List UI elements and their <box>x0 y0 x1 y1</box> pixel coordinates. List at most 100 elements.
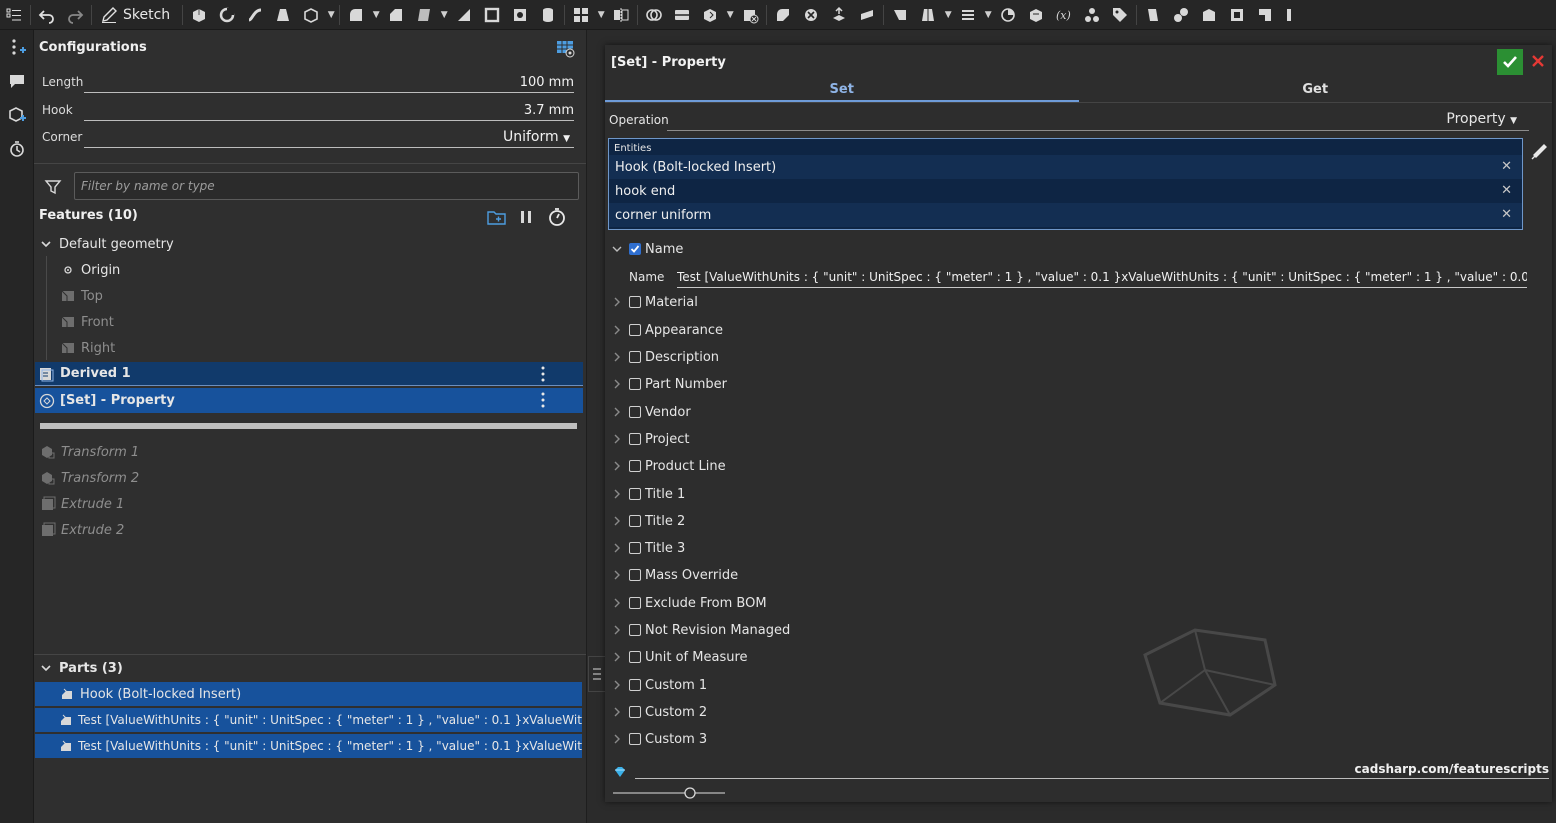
cylinder-icon[interactable] <box>534 1 562 29</box>
pause-icon[interactable] <box>519 209 533 225</box>
config-length-value[interactable]: 100 mm <box>84 75 574 93</box>
chevron-down-icon[interactable]: ▼ <box>595 1 607 29</box>
comment-icon[interactable] <box>0 64 34 98</box>
split-icon[interactable] <box>668 1 696 29</box>
property-row[interactable]: Product Line <box>609 455 726 477</box>
opacity-slider[interactable] <box>613 786 725 800</box>
assembly-icon[interactable] <box>1078 1 1106 29</box>
more-options-icon[interactable] <box>541 392 545 408</box>
property-checkbox[interactable] <box>629 542 641 554</box>
property-checkbox[interactable] <box>629 378 641 390</box>
boolean-icon[interactable] <box>640 1 668 29</box>
remove-entity-icon[interactable]: ✕ <box>1501 207 1512 222</box>
chevron-down-icon[interactable]: ▼ <box>982 1 994 29</box>
mirror-icon[interactable] <box>607 1 635 29</box>
property-checkbox[interactable] <box>629 569 641 581</box>
config-corner-select[interactable]: Uniform ▼ <box>84 129 574 148</box>
property-row[interactable]: Exclude From BOM <box>609 592 767 614</box>
feature-extrude-1[interactable]: Extrude 1 <box>40 492 588 516</box>
config-hook-value[interactable]: 3.7 mm <box>84 103 574 121</box>
chevron-down-icon[interactable]: ▼ <box>325 1 337 29</box>
operation-select[interactable]: Property ▼ <box>667 111 1529 131</box>
property-row[interactable]: Custom 3 <box>609 728 707 750</box>
variable-icon[interactable]: (x) <box>1050 1 1078 29</box>
shell-icon[interactable] <box>478 1 506 29</box>
sketch-button[interactable]: Sketch <box>94 1 180 29</box>
plane-item-top[interactable]: Top <box>60 284 608 308</box>
property-row[interactable]: Not Revision Managed <box>609 619 790 641</box>
parts-group[interactable]: Parts (3) <box>38 656 586 680</box>
history-icon[interactable] <box>0 132 34 166</box>
property-checkbox[interactable] <box>629 324 641 336</box>
property-row[interactable]: Title 1 <box>609 483 685 505</box>
property-checkbox[interactable] <box>629 733 641 745</box>
entity-item[interactable]: Hook (Bolt-locked Insert) ✕ <box>609 155 1522 179</box>
plane-item-front[interactable]: Front <box>60 310 608 334</box>
revolve-icon[interactable] <box>213 1 241 29</box>
plane-item-right[interactable]: Right <box>60 336 608 360</box>
thicken-icon[interactable] <box>297 1 325 29</box>
property-row[interactable]: Description <box>609 346 719 368</box>
cadsharp-link[interactable]: cadsharp.com/featurescripts <box>635 762 1549 779</box>
property-row[interactable]: Title 3 <box>609 537 685 559</box>
property-checkbox[interactable] <box>629 679 641 691</box>
rollback-bar[interactable] <box>40 423 577 429</box>
draft-icon[interactable] <box>410 1 438 29</box>
panel-collapse-handle[interactable] <box>588 656 606 692</box>
chevron-down-icon[interactable]: ▼ <box>724 1 736 29</box>
chamfer-icon[interactable] <box>382 1 410 29</box>
insert-feature-icon[interactable] <box>0 30 34 64</box>
rebuild-timer-icon[interactable] <box>547 207 567 227</box>
property-row[interactable]: Appearance <box>609 319 723 341</box>
folder-add-icon[interactable] <box>487 209 507 225</box>
undo-icon[interactable] <box>33 1 61 29</box>
custom-feature-6-icon[interactable] <box>1279 1 1307 29</box>
property-name-row[interactable]: Name <box>609 238 683 260</box>
curves-icon[interactable] <box>954 1 982 29</box>
fillet-icon[interactable] <box>342 1 370 29</box>
accept-button[interactable] <box>1497 49 1523 75</box>
extrude-icon[interactable] <box>185 1 213 29</box>
property-checkbox[interactable] <box>629 488 641 500</box>
property-checkbox[interactable] <box>629 624 641 636</box>
name-field-input[interactable]: Test [ValueWithUnits : { "unit" : UnitSp… <box>677 270 1527 288</box>
property-checkbox[interactable] <box>629 433 641 445</box>
filter-input[interactable]: Filter by name or type <box>74 172 579 200</box>
custom-feature-5-icon[interactable] <box>1251 1 1279 29</box>
property-row[interactable]: Vendor <box>609 401 691 423</box>
property-checkbox[interactable] <box>629 351 641 363</box>
property-row[interactable]: Custom 2 <box>609 701 707 723</box>
custom-feature-4-icon[interactable] <box>1223 1 1251 29</box>
remove-entity-icon[interactable]: ✕ <box>1501 159 1512 174</box>
property-row[interactable]: Title 2 <box>609 510 685 532</box>
custom-feature-2-icon[interactable] <box>1167 1 1195 29</box>
property-checkbox[interactable] <box>629 515 641 527</box>
hole-icon[interactable] <box>506 1 534 29</box>
property-checkbox[interactable] <box>629 706 641 718</box>
chevron-down-icon[interactable]: ▼ <box>438 1 450 29</box>
property-row[interactable]: Part Number <box>609 373 727 395</box>
feature-transform-2[interactable]: Transform 2 <box>40 466 588 490</box>
sheet-metal-icon[interactable] <box>994 1 1022 29</box>
entities-field[interactable]: Entities Hook (Bolt-locked Insert) ✕ hoo… <box>608 138 1523 230</box>
property-checkbox[interactable] <box>629 296 641 308</box>
property-checkbox[interactable] <box>629 460 641 472</box>
custom-feature-1-icon[interactable] <box>1139 1 1167 29</box>
part-item[interactable]: Test [ValueWithUnits : { "unit" : UnitSp… <box>35 734 582 758</box>
property-checkbox[interactable] <box>629 406 641 418</box>
modify-fillet-icon[interactable] <box>769 1 797 29</box>
replace-face-icon[interactable] <box>853 1 881 29</box>
property-row[interactable]: Mass Override <box>609 564 738 586</box>
custom-feature-3-icon[interactable] <box>1195 1 1223 29</box>
mate-connector-icon[interactable] <box>914 1 942 29</box>
redo-icon[interactable] <box>61 1 89 29</box>
tag-icon[interactable] <box>1106 1 1134 29</box>
entity-item[interactable]: hook end ✕ <box>609 179 1522 203</box>
chevron-down-icon[interactable]: ▼ <box>942 1 954 29</box>
default-geometry-group[interactable]: Default geometry <box>38 232 586 256</box>
move-face-icon[interactable] <box>825 1 853 29</box>
delete-part-icon[interactable] <box>736 1 764 29</box>
property-checkbox[interactable] <box>629 597 641 609</box>
transform-icon[interactable] <box>696 1 724 29</box>
part-item[interactable]: Test [ValueWithUnits : { "unit" : UnitSp… <box>35 708 582 732</box>
